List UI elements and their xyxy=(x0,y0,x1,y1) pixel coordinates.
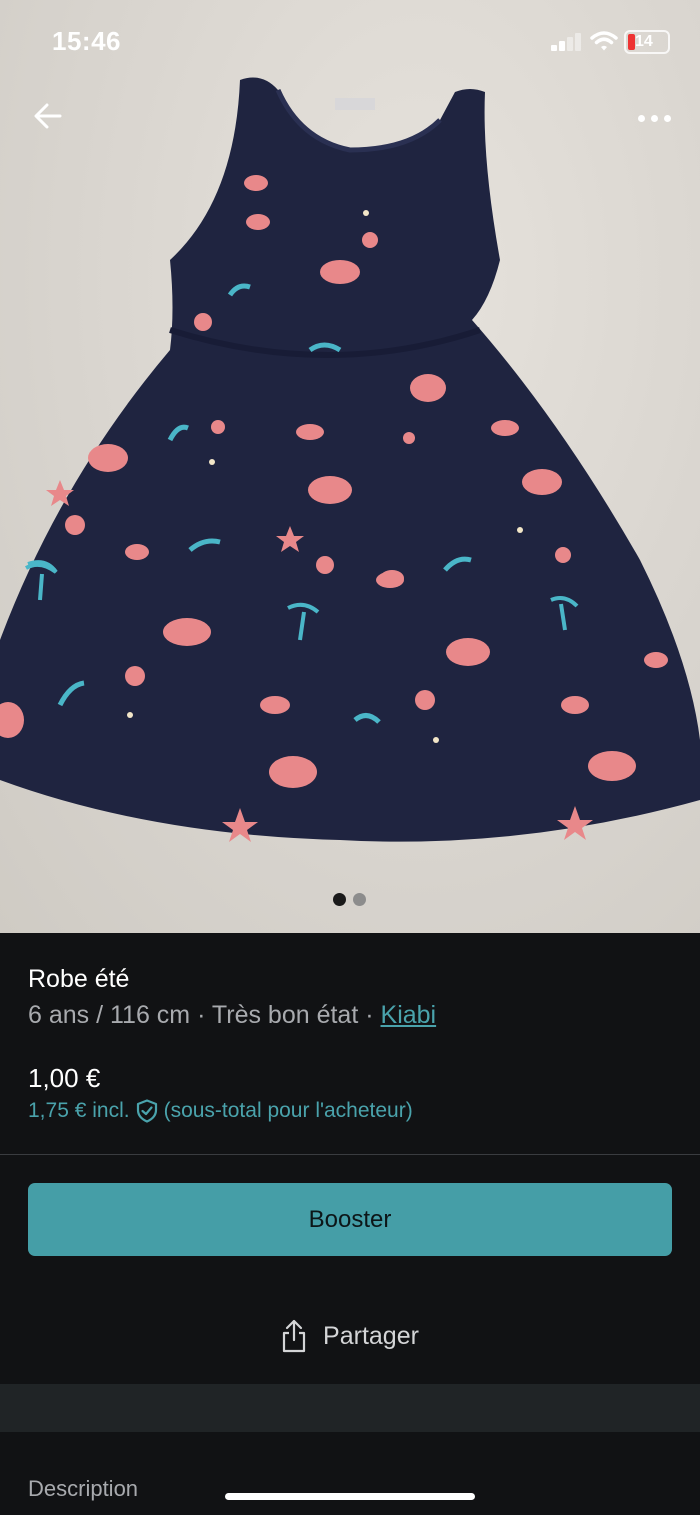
item-condition: Très bon état xyxy=(211,1001,359,1029)
item-title: Robe été xyxy=(28,965,130,993)
separator: · xyxy=(197,1001,206,1029)
item-details: 6 ans / 116 cm · Très bon état · Kiabi xyxy=(28,1001,436,1030)
pager-dot[interactable] xyxy=(353,893,366,906)
item-size: 6 ans / 116 cm xyxy=(28,1001,191,1029)
home-indicator[interactable] xyxy=(225,1493,475,1500)
arrow-left-icon xyxy=(34,103,62,129)
shield-check-icon xyxy=(136,1099,157,1123)
divider xyxy=(0,1154,700,1155)
photo-pager xyxy=(333,893,366,906)
share-button[interactable]: Partager xyxy=(0,1303,700,1369)
boost-button[interactable]: Booster xyxy=(28,1183,672,1256)
wifi-icon xyxy=(590,31,618,51)
brand-link[interactable]: Kiabi xyxy=(381,1001,437,1029)
share-label: Partager xyxy=(323,1321,419,1350)
buyer-price-note: (sous-total pour l'acheteur) xyxy=(163,1099,413,1122)
pager-dot-active[interactable] xyxy=(333,893,346,906)
buyer-price-info[interactable]: 1,75 € incl. (sous-total pour l'acheteur… xyxy=(28,1099,413,1123)
item-price: 1,00 € xyxy=(28,1063,101,1093)
share-icon xyxy=(282,1319,306,1353)
status-time: 15:46 xyxy=(52,26,121,56)
section-separator xyxy=(0,1384,700,1432)
description-heading: Description xyxy=(28,1476,139,1501)
battery-icon: 14 xyxy=(624,30,670,54)
more-dots-icon xyxy=(637,114,645,122)
dress-photo-illustration xyxy=(0,77,700,842)
back-button[interactable] xyxy=(28,96,68,136)
more-dot xyxy=(650,114,658,122)
status-bar: 15:46 14 xyxy=(0,0,700,84)
battery-level xyxy=(628,34,635,50)
more-options-button[interactable] xyxy=(628,100,680,136)
more-dot xyxy=(663,114,671,122)
separator: · xyxy=(365,1001,374,1029)
item-photo[interactable]: 15:46 14 xyxy=(0,0,700,933)
buyer-price: 1,75 € incl. xyxy=(28,1099,130,1122)
signal-icon xyxy=(551,33,581,51)
battery-percentage: 14 xyxy=(635,33,653,50)
